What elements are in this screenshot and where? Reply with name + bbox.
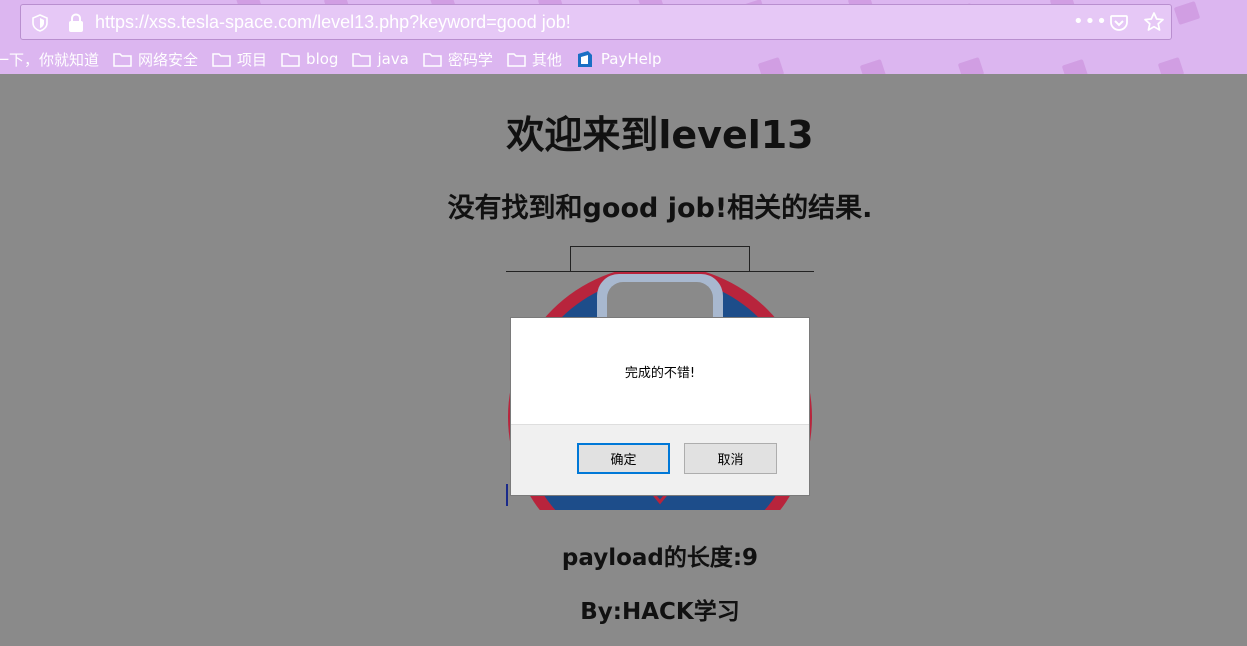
- folder-icon: [352, 52, 372, 67]
- lock-icon[interactable]: [67, 13, 85, 33]
- dialog-message: 完成的不错!: [624, 366, 696, 381]
- bookmark-payhelp[interactable]: PayHelp: [576, 50, 662, 68]
- bookmark-label: java: [377, 50, 409, 68]
- bookmark-label: PayHelp: [600, 50, 662, 68]
- author-text: By:HACK学习: [580, 599, 740, 625]
- browser-chrome: https://xss.tesla-space.com/level13.php?…: [0, 0, 1247, 74]
- folder-icon: [212, 52, 231, 67]
- bookmark-label: 网络安全: [138, 50, 199, 69]
- payhelp-icon: [577, 51, 592, 67]
- bookmark-label: 其他: [531, 50, 562, 69]
- bookmark-baidu[interactable]: 一下，你就知道: [0, 49, 99, 70]
- url-text[interactable]: https://xss.tesla-space.com/level13.php?…: [95, 12, 571, 33]
- pocket-icon[interactable]: [1109, 13, 1129, 33]
- folder-icon: [281, 52, 300, 67]
- bookmark-folder-projects[interactable]: 项目: [212, 49, 267, 70]
- dialog-footer: 确定 取消: [511, 424, 809, 495]
- bookmark-folder-security[interactable]: 网络安全: [113, 49, 198, 70]
- search-result-text: 没有找到和good job!相关的结果.: [447, 193, 873, 224]
- keyword-input[interactable]: [570, 246, 750, 272]
- address-bar[interactable]: https://xss.tesla-space.com/level13.php?…: [20, 4, 1172, 40]
- bookmark-label: 项目: [237, 50, 268, 69]
- bookmarks-toolbar: 一下，你就知道 网络安全 项目 blog java 密码学 其他 PayHelp: [0, 48, 676, 70]
- alert-dialog: 完成的不错! 确定 取消: [510, 317, 810, 496]
- bookmark-label: blog: [306, 50, 339, 68]
- bookmark-folder-crypto[interactable]: 密码学: [423, 49, 493, 70]
- folder-icon: [507, 52, 526, 67]
- folder-icon: [423, 52, 442, 67]
- cancel-button[interactable]: 取消: [684, 443, 777, 474]
- bookmark-folder-other[interactable]: 其他: [507, 49, 562, 70]
- folder-icon: [113, 52, 132, 67]
- bookmark-label: 一下，你就知道: [0, 50, 100, 69]
- text-cursor: [506, 484, 508, 506]
- bookmark-folder-blog[interactable]: blog: [281, 50, 338, 68]
- bookmark-folder-java[interactable]: java: [352, 50, 409, 68]
- payload-length-text: payload的长度:9: [561, 545, 759, 571]
- bookmark-star-icon[interactable]: [1143, 11, 1165, 33]
- page-actions-menu-icon[interactable]: •••: [1073, 11, 1108, 32]
- ok-button[interactable]: 确定: [577, 443, 670, 474]
- page-title: 欢迎来到level13: [506, 113, 814, 157]
- tracking-protection-icon[interactable]: [31, 14, 49, 32]
- bookmark-label: 密码学: [447, 50, 493, 69]
